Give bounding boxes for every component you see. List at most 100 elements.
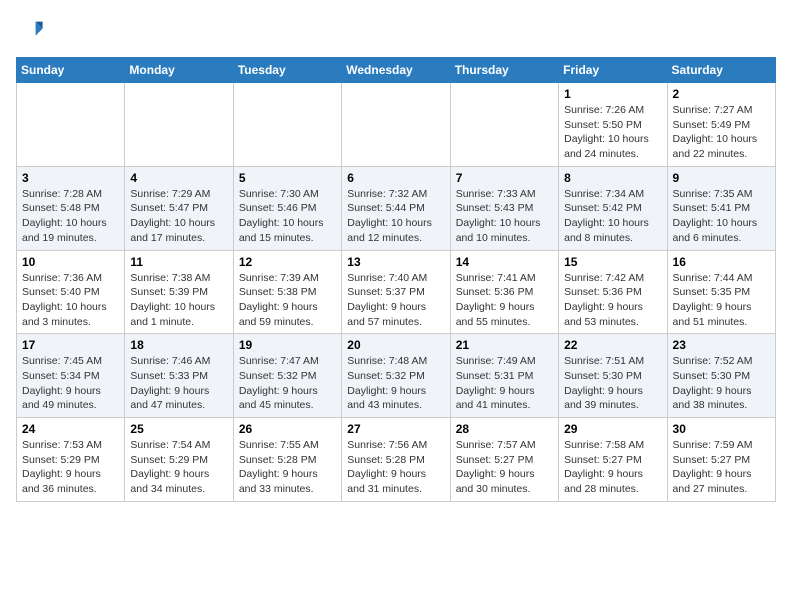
day-number: 24 xyxy=(22,422,119,436)
day-info: Sunrise: 7:52 AM Sunset: 5:30 PM Dayligh… xyxy=(673,354,770,413)
calendar-header: SundayMondayTuesdayWednesdayThursdayFrid… xyxy=(17,58,776,83)
calendar-day-cell xyxy=(233,83,341,167)
calendar-day-cell: 15 Sunrise: 7:42 AM Sunset: 5:36 PM Dayli… xyxy=(559,250,667,334)
calendar-day-cell: 10 Sunrise: 7:36 AM Sunset: 5:40 PM Dayli… xyxy=(17,250,125,334)
day-info: Sunrise: 7:29 AM Sunset: 5:47 PM Dayligh… xyxy=(130,187,227,246)
weekday-header: Friday xyxy=(559,58,667,83)
calendar-day-cell xyxy=(125,83,233,167)
day-info: Sunrise: 7:36 AM Sunset: 5:40 PM Dayligh… xyxy=(22,271,119,330)
calendar-day-cell: 4 Sunrise: 7:29 AM Sunset: 5:47 PM Daylig… xyxy=(125,166,233,250)
calendar-day-cell: 17 Sunrise: 7:45 AM Sunset: 5:34 PM Dayli… xyxy=(17,334,125,418)
day-info: Sunrise: 7:48 AM Sunset: 5:32 PM Dayligh… xyxy=(347,354,444,413)
day-number: 7 xyxy=(456,171,553,185)
day-number: 12 xyxy=(239,255,336,269)
day-info: Sunrise: 7:34 AM Sunset: 5:42 PM Dayligh… xyxy=(564,187,661,246)
calendar-day-cell: 29 Sunrise: 7:58 AM Sunset: 5:27 PM Dayli… xyxy=(559,418,667,502)
page-header xyxy=(16,16,776,49)
calendar-day-cell: 18 Sunrise: 7:46 AM Sunset: 5:33 PM Dayli… xyxy=(125,334,233,418)
day-number: 18 xyxy=(130,338,227,352)
day-info: Sunrise: 7:58 AM Sunset: 5:27 PM Dayligh… xyxy=(564,438,661,497)
day-info: Sunrise: 7:41 AM Sunset: 5:36 PM Dayligh… xyxy=(456,271,553,330)
calendar-day-cell: 25 Sunrise: 7:54 AM Sunset: 5:29 PM Dayli… xyxy=(125,418,233,502)
day-info: Sunrise: 7:54 AM Sunset: 5:29 PM Dayligh… xyxy=(130,438,227,497)
day-number: 29 xyxy=(564,422,661,436)
day-number: 30 xyxy=(673,422,770,436)
day-info: Sunrise: 7:32 AM Sunset: 5:44 PM Dayligh… xyxy=(347,187,444,246)
day-info: Sunrise: 7:47 AM Sunset: 5:32 PM Dayligh… xyxy=(239,354,336,413)
day-info: Sunrise: 7:30 AM Sunset: 5:46 PM Dayligh… xyxy=(239,187,336,246)
day-number: 8 xyxy=(564,171,661,185)
calendar-week-row: 1 Sunrise: 7:26 AM Sunset: 5:50 PM Daylig… xyxy=(17,83,776,167)
day-number: 17 xyxy=(22,338,119,352)
day-number: 25 xyxy=(130,422,227,436)
logo-icon xyxy=(16,16,44,44)
day-number: 22 xyxy=(564,338,661,352)
calendar-day-cell: 27Sunrise: 7:56 AM Sunset: 5:28 PM Dayli… xyxy=(342,418,450,502)
logo xyxy=(16,16,46,49)
weekday-header: Saturday xyxy=(667,58,775,83)
calendar-day-cell: 7Sunrise: 7:33 AM Sunset: 5:43 PM Daylig… xyxy=(450,166,558,250)
day-number: 2 xyxy=(673,87,770,101)
day-info: Sunrise: 7:45 AM Sunset: 5:34 PM Dayligh… xyxy=(22,354,119,413)
calendar-day-cell: 3Sunrise: 7:28 AM Sunset: 5:48 PM Daylig… xyxy=(17,166,125,250)
weekday-header: Wednesday xyxy=(342,58,450,83)
day-number: 9 xyxy=(673,171,770,185)
calendar-day-cell xyxy=(450,83,558,167)
day-number: 15 xyxy=(564,255,661,269)
day-info: Sunrise: 7:26 AM Sunset: 5:50 PM Dayligh… xyxy=(564,103,661,162)
calendar-day-cell: 14Sunrise: 7:41 AM Sunset: 5:36 PM Dayli… xyxy=(450,250,558,334)
day-number: 28 xyxy=(456,422,553,436)
calendar-day-cell xyxy=(342,83,450,167)
day-info: Sunrise: 7:35 AM Sunset: 5:41 PM Dayligh… xyxy=(673,187,770,246)
day-number: 23 xyxy=(673,338,770,352)
calendar-day-cell: 13 Sunrise: 7:40 AM Sunset: 5:37 PM Dayli… xyxy=(342,250,450,334)
day-number: 13 xyxy=(347,255,444,269)
calendar-day-cell: 24 Sunrise: 7:53 AM Sunset: 5:29 PM Dayli… xyxy=(17,418,125,502)
day-info: Sunrise: 7:42 AM Sunset: 5:36 PM Dayligh… xyxy=(564,271,661,330)
calendar-week-row: 17 Sunrise: 7:45 AM Sunset: 5:34 PM Dayli… xyxy=(17,334,776,418)
day-number: 26 xyxy=(239,422,336,436)
day-number: 10 xyxy=(22,255,119,269)
day-number: 6 xyxy=(347,171,444,185)
calendar-day-cell: 30 Sunrise: 7:59 AM Sunset: 5:27 PM Dayli… xyxy=(667,418,775,502)
calendar-table: SundayMondayTuesdayWednesdayThursdayFrid… xyxy=(16,57,776,502)
day-info: Sunrise: 7:51 AM Sunset: 5:30 PM Dayligh… xyxy=(564,354,661,413)
weekday-header: Tuesday xyxy=(233,58,341,83)
calendar-day-cell: 21Sunrise: 7:49 AM Sunset: 5:31 PM Dayli… xyxy=(450,334,558,418)
day-number: 4 xyxy=(130,171,227,185)
day-info: Sunrise: 7:49 AM Sunset: 5:31 PM Dayligh… xyxy=(456,354,553,413)
day-number: 5 xyxy=(239,171,336,185)
day-number: 20 xyxy=(347,338,444,352)
day-number: 27 xyxy=(347,422,444,436)
calendar-day-cell: 1 Sunrise: 7:26 AM Sunset: 5:50 PM Daylig… xyxy=(559,83,667,167)
weekday-header: Monday xyxy=(125,58,233,83)
calendar-day-cell: 8 Sunrise: 7:34 AM Sunset: 5:42 PM Daylig… xyxy=(559,166,667,250)
day-info: Sunrise: 7:59 AM Sunset: 5:27 PM Dayligh… xyxy=(673,438,770,497)
calendar-day-cell: 28 Sunrise: 7:57 AM Sunset: 5:27 PM Dayli… xyxy=(450,418,558,502)
day-info: Sunrise: 7:38 AM Sunset: 5:39 PM Dayligh… xyxy=(130,271,227,330)
calendar-day-cell: 20 Sunrise: 7:48 AM Sunset: 5:32 PM Dayli… xyxy=(342,334,450,418)
day-info: Sunrise: 7:46 AM Sunset: 5:33 PM Dayligh… xyxy=(130,354,227,413)
weekday-header: Thursday xyxy=(450,58,558,83)
day-info: Sunrise: 7:53 AM Sunset: 5:29 PM Dayligh… xyxy=(22,438,119,497)
calendar-day-cell: 26Sunrise: 7:55 AM Sunset: 5:28 PM Dayli… xyxy=(233,418,341,502)
day-info: Sunrise: 7:44 AM Sunset: 5:35 PM Dayligh… xyxy=(673,271,770,330)
day-number: 11 xyxy=(130,255,227,269)
day-info: Sunrise: 7:57 AM Sunset: 5:27 PM Dayligh… xyxy=(456,438,553,497)
calendar-day-cell: 6 Sunrise: 7:32 AM Sunset: 5:44 PM Daylig… xyxy=(342,166,450,250)
calendar-day-cell: 19 Sunrise: 7:47 AM Sunset: 5:32 PM Dayli… xyxy=(233,334,341,418)
calendar-day-cell xyxy=(17,83,125,167)
calendar-week-row: 24 Sunrise: 7:53 AM Sunset: 5:29 PM Dayli… xyxy=(17,418,776,502)
day-info: Sunrise: 7:39 AM Sunset: 5:38 PM Dayligh… xyxy=(239,271,336,330)
calendar-day-cell: 22 Sunrise: 7:51 AM Sunset: 5:30 PM Dayli… xyxy=(559,334,667,418)
day-info: Sunrise: 7:40 AM Sunset: 5:37 PM Dayligh… xyxy=(347,271,444,330)
day-number: 1 xyxy=(564,87,661,101)
day-number: 19 xyxy=(239,338,336,352)
calendar-week-row: 3Sunrise: 7:28 AM Sunset: 5:48 PM Daylig… xyxy=(17,166,776,250)
calendar-day-cell: 16Sunrise: 7:44 AM Sunset: 5:35 PM Dayli… xyxy=(667,250,775,334)
calendar-day-cell: 2Sunrise: 7:27 AM Sunset: 5:49 PM Daylig… xyxy=(667,83,775,167)
calendar-day-cell: 12 Sunrise: 7:39 AM Sunset: 5:38 PM Dayli… xyxy=(233,250,341,334)
day-info: Sunrise: 7:28 AM Sunset: 5:48 PM Dayligh… xyxy=(22,187,119,246)
calendar-week-row: 10 Sunrise: 7:36 AM Sunset: 5:40 PM Dayli… xyxy=(17,250,776,334)
weekday-header: Sunday xyxy=(17,58,125,83)
